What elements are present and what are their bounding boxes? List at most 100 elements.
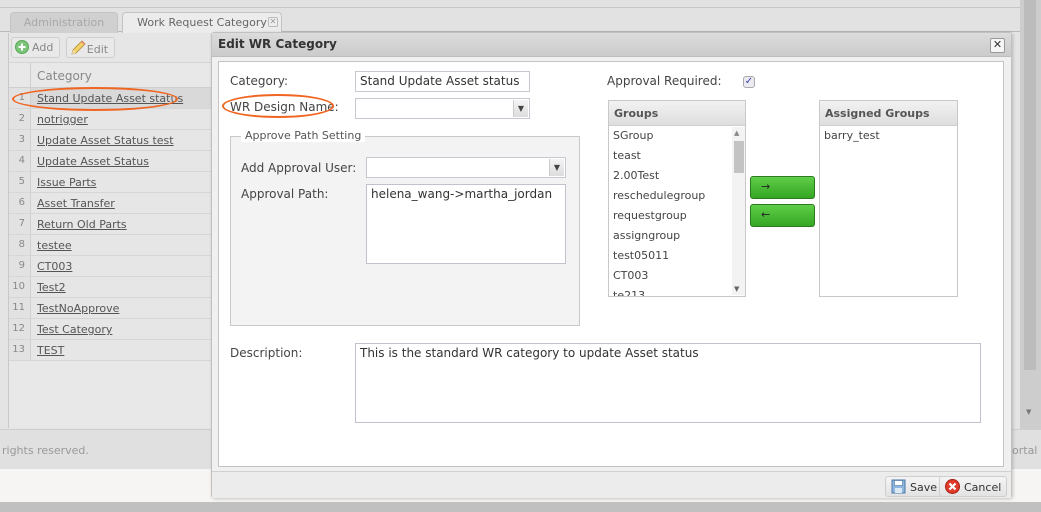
category-link[interactable]: Issue Parts bbox=[37, 176, 96, 189]
table-row[interactable]: 4 Update Asset Status bbox=[9, 151, 213, 172]
category-link[interactable]: Test2 bbox=[37, 281, 66, 294]
dialog-close-button[interactable]: ✕ bbox=[990, 38, 1005, 53]
assigned-group-item[interactable]: barry_test bbox=[820, 126, 957, 146]
group-item[interactable]: assigngroup bbox=[609, 226, 745, 246]
category-link[interactable]: Test Category bbox=[37, 323, 112, 336]
assigned-groups-list: barry_test bbox=[820, 126, 957, 146]
close-icon[interactable]: ✕ bbox=[268, 17, 278, 27]
row-number: 6 bbox=[9, 193, 31, 213]
category-link[interactable]: notrigger bbox=[37, 113, 88, 126]
page-scrollbar[interactable]: ▼ bbox=[1020, 0, 1041, 429]
category-link[interactable]: TestNoApprove bbox=[37, 302, 119, 315]
groups-scrollbar[interactable]: ▲ ▼ bbox=[732, 127, 745, 295]
scrollbar-thumb[interactable] bbox=[734, 141, 744, 173]
save-label: Save bbox=[910, 481, 938, 494]
approval-path-textarea[interactable]: helena_wang->martha_jordan bbox=[366, 184, 566, 264]
wr-design-name-select[interactable]: ▼ bbox=[355, 98, 530, 119]
tab-bar: Administration Work Request Category ✕ bbox=[0, 8, 1020, 33]
cancel-label: Cancel bbox=[964, 481, 1002, 494]
category-link[interactable]: Update Asset Status bbox=[37, 155, 149, 168]
row-number: 1 bbox=[9, 88, 31, 108]
move-to-assigned-button[interactable]: → bbox=[750, 176, 815, 199]
description-textarea[interactable]: This is the standard WR category to upda… bbox=[355, 343, 981, 423]
table-row[interactable]: 3 Update Asset Status test bbox=[9, 130, 213, 151]
save-button[interactable]: Save bbox=[885, 476, 944, 497]
close-icon: ✕ bbox=[992, 38, 1003, 51]
pencil-icon bbox=[70, 40, 86, 55]
add-icon bbox=[15, 40, 29, 54]
toolbar: Add Edit bbox=[9, 33, 213, 63]
category-link[interactable]: Asset Transfer bbox=[37, 197, 115, 210]
scroll-up-icon[interactable]: ▲ bbox=[734, 129, 739, 137]
group-item[interactable]: reschedulegroup bbox=[609, 186, 745, 206]
category-link[interactable]: CT003 bbox=[37, 260, 72, 273]
row-number: 12 bbox=[9, 319, 31, 339]
dialog-body: Category: Stand Update Asset status WR D… bbox=[218, 61, 1004, 467]
table-row[interactable]: 13 TEST bbox=[9, 340, 213, 361]
group-item[interactable]: test05011 bbox=[609, 246, 745, 266]
approve-path-legend: Approve Path Setting bbox=[241, 129, 366, 142]
table-row[interactable]: 2 notrigger bbox=[9, 109, 213, 130]
group-item[interactable]: 2.00Test bbox=[609, 166, 745, 186]
row-number: 4 bbox=[9, 151, 31, 171]
scrollbar-thumb[interactable] bbox=[1024, 0, 1036, 370]
assigned-groups-listbox[interactable]: Assigned Groups barry_test bbox=[819, 100, 958, 297]
table-row[interactable]: 12 Test Category bbox=[9, 319, 213, 340]
row-number: 11 bbox=[9, 298, 31, 318]
group-item[interactable]: te213 bbox=[609, 286, 745, 296]
table-row[interactable]: 1 Stand Update Asset status bbox=[9, 88, 213, 109]
table-row[interactable]: 9 CT003 bbox=[9, 256, 213, 277]
group-item[interactable]: requestgroup bbox=[609, 206, 745, 226]
category-input[interactable]: Stand Update Asset status bbox=[355, 71, 530, 92]
description-label: Description: bbox=[230, 346, 303, 360]
edit-wr-category-dialog: Edit WR Category ✕ Category: Stand Updat… bbox=[211, 32, 1012, 498]
table-row[interactable]: 5 Issue Parts bbox=[9, 172, 213, 193]
cancel-button[interactable]: Cancel bbox=[939, 476, 1008, 497]
bottom-bar bbox=[0, 502, 1041, 512]
approve-path-fieldset: Approve Path Setting Add Approval User: … bbox=[230, 129, 580, 326]
category-link[interactable]: TEST bbox=[37, 344, 64, 357]
wr-design-name-label: WR Design Name: bbox=[230, 100, 339, 114]
table-row[interactable]: 7 Return Old Parts bbox=[9, 214, 213, 235]
row-number: 3 bbox=[9, 130, 31, 150]
group-item[interactable]: CT003 bbox=[609, 266, 745, 286]
tab-work-request-category[interactable]: Work Request Category ✕ bbox=[122, 12, 282, 33]
row-number: 2 bbox=[9, 109, 31, 129]
table-row[interactable]: 6 Asset Transfer bbox=[9, 193, 213, 214]
assigned-groups-header: Assigned Groups bbox=[820, 101, 957, 126]
table-row[interactable]: 11 TestNoApprove bbox=[9, 298, 213, 319]
column-header-category[interactable]: Category bbox=[37, 69, 92, 83]
table-row[interactable]: 8 testee bbox=[9, 235, 213, 256]
groups-listbox[interactable]: Groups SGroup teast 2.00Test reschedulegrou… bbox=[608, 100, 746, 297]
approval-required-label: Approval Required: bbox=[607, 74, 722, 88]
category-link[interactable]: testee bbox=[37, 239, 72, 252]
scroll-down-icon[interactable]: ▼ bbox=[734, 285, 739, 293]
move-to-groups-button[interactable]: ← bbox=[750, 204, 815, 227]
category-link[interactable]: Update Asset Status test bbox=[37, 134, 174, 147]
add-approval-user-select[interactable]: ▼ bbox=[366, 157, 566, 178]
category-link[interactable]: Stand Update Asset status bbox=[37, 92, 183, 105]
approval-required-checkbox[interactable]: ✓ bbox=[743, 76, 755, 88]
top-strip bbox=[0, 0, 1041, 8]
cancel-icon bbox=[945, 479, 960, 494]
approval-path-label: Approval Path: bbox=[241, 187, 329, 201]
edit-button[interactable]: Edit bbox=[65, 37, 116, 58]
row-number: 5 bbox=[9, 172, 31, 192]
group-item[interactable]: teast bbox=[609, 146, 745, 166]
category-link[interactable]: Return Old Parts bbox=[37, 218, 127, 231]
grid-body: 1 Stand Update Asset status 2 notrigger 3 Upd… bbox=[9, 88, 213, 361]
dialog-footer: Save Cancel bbox=[212, 471, 1011, 498]
row-number-header bbox=[9, 63, 31, 88]
scroll-down-icon[interactable]: ▼ bbox=[1026, 408, 1031, 416]
table-row[interactable]: 10 Test2 bbox=[9, 277, 213, 298]
dialog-header[interactable]: Edit WR Category ✕ bbox=[212, 33, 1011, 57]
groups-list: SGroup teast 2.00Test reschedulegroup reques… bbox=[609, 126, 745, 296]
category-label: Category: bbox=[230, 74, 288, 88]
dialog-title: Edit WR Category bbox=[218, 37, 337, 51]
chevron-down-icon[interactable]: ▼ bbox=[549, 159, 564, 176]
category-panel: Add Edit Category 1 Stand Update Asset st… bbox=[8, 33, 213, 428]
add-button[interactable]: Add bbox=[11, 37, 61, 58]
tab-administration[interactable]: Administration bbox=[10, 12, 118, 33]
chevron-down-icon[interactable]: ▼ bbox=[513, 100, 528, 117]
group-item[interactable]: SGroup bbox=[609, 126, 745, 146]
